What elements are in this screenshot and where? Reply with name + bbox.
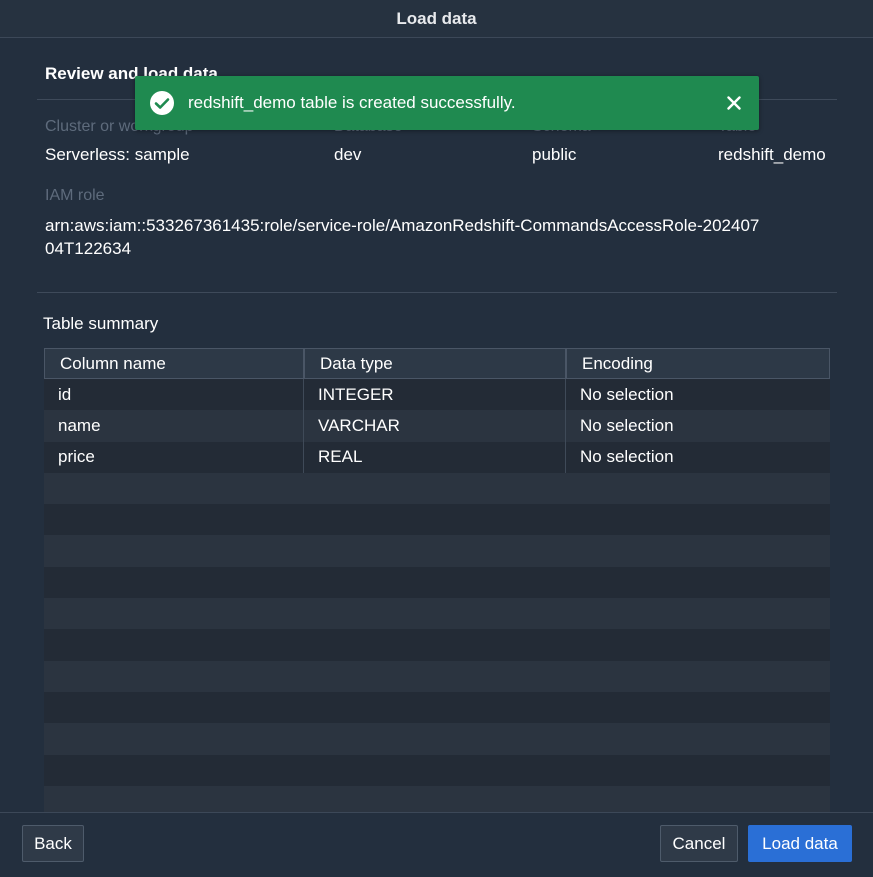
empty-row (44, 785, 830, 812)
iam-role-label: IAM role (45, 187, 105, 204)
empty-row (44, 472, 830, 505)
empty-row (44, 691, 830, 724)
toast-message: redshift_demo table is created successfu… (188, 93, 516, 112)
empty-row (44, 504, 830, 536)
back-button[interactable]: Back (22, 825, 84, 862)
cell-column-name: id (44, 379, 304, 411)
empty-row (44, 629, 830, 661)
cell-column-name: name (44, 410, 304, 442)
load-data-button[interactable]: Load data (748, 825, 852, 862)
cell-encoding: No selection (580, 447, 674, 467)
column-header-encoding: Encoding (582, 353, 653, 373)
cell-column-name: price (44, 441, 304, 473)
dialog-title: Load data (0, 0, 873, 38)
empty-row (44, 723, 830, 755)
iam-role-value: arn:aws:iam::533267361435:role/service-r… (45, 216, 760, 258)
table-row: name VARCHAR No selection (44, 410, 830, 442)
dialog-footer: Back Cancel Load data (0, 812, 873, 877)
success-toast: redshift_demo table is created successfu… (135, 76, 759, 130)
table-summary: Column name Data type Encoding id INTEGE… (44, 348, 830, 812)
table-row: id INTEGER No selection (44, 379, 830, 411)
schema-value: public (532, 145, 577, 164)
table-header: Column name Data type Encoding (44, 348, 830, 379)
check-circle-icon (149, 90, 175, 116)
column-header-type: Data type (305, 349, 567, 378)
cluster-value: Serverless: sample (45, 145, 190, 164)
table-summary-label: Table summary (43, 314, 159, 333)
empty-row (44, 754, 830, 786)
cell-encoding: No selection (580, 415, 674, 435)
empty-row (44, 566, 830, 599)
cell-encoding: No selection (580, 384, 674, 404)
table-row: price REAL No selection (44, 441, 830, 473)
cell-data-type: INTEGER (304, 379, 566, 411)
empty-row (44, 535, 830, 567)
cancel-button[interactable]: Cancel (660, 825, 738, 862)
column-header-name: Column name (45, 349, 305, 378)
cell-data-type: REAL (304, 441, 566, 473)
database-value: dev (334, 145, 362, 164)
table-value: redshift_demo (718, 145, 826, 164)
empty-row (44, 598, 830, 630)
load-data-dialog: Load data Review and load data Cluster o… (0, 0, 873, 877)
empty-row (44, 660, 830, 692)
close-icon[interactable] (725, 94, 743, 112)
cell-data-type: VARCHAR (304, 410, 566, 442)
divider (37, 292, 837, 293)
